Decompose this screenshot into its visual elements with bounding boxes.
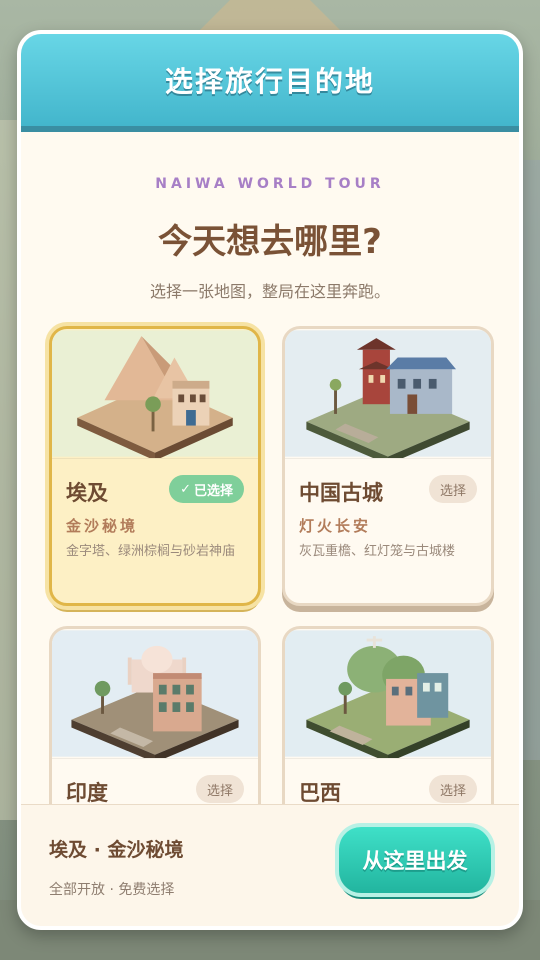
destination-tagline: 灯火长安 xyxy=(299,517,372,535)
destination-name: 巴西 xyxy=(299,781,341,805)
destination-card-china[interactable]: 中国古城 选择 灯火长安 灰瓦重檐、红灯笼与古城楼 xyxy=(282,326,494,606)
tour-subtitle: NAIWA WORLD TOUR xyxy=(155,176,385,192)
destination-name: 印度 xyxy=(66,781,108,805)
destination-dialog: 选择旅行目的地 NAIWA WORLD TOUR 今天想去哪里? 选择一张地图，… xyxy=(17,30,523,930)
check-icon: ✓ xyxy=(180,481,191,497)
select-button[interactable]: 选择 xyxy=(195,775,244,803)
dialog-title: 选择旅行目的地 xyxy=(164,65,375,98)
selected-badge-label: 已选择 xyxy=(193,483,233,499)
select-button[interactable]: 选择 xyxy=(428,775,477,803)
select-button[interactable]: 选择 xyxy=(428,475,477,503)
brazil-scene xyxy=(285,630,491,759)
china-scene xyxy=(285,330,491,459)
destination-name: 中国古城 xyxy=(299,481,383,505)
egypt-scene xyxy=(52,330,258,459)
headline: 今天想去哪里? xyxy=(158,222,382,262)
destination-card-egypt[interactable]: 埃及 ✓ 已选择 金沙秘境 金字塔、绿洲棕榈与砂岩神庙 xyxy=(49,326,261,606)
destination-name: 埃及 xyxy=(66,481,108,505)
india-scene xyxy=(52,630,258,759)
selected-badge[interactable]: ✓ 已选择 xyxy=(169,475,244,503)
selection-note: 全部开放 · 免费选择 xyxy=(49,882,175,898)
destination-tagline: 金沙秘境 xyxy=(66,517,139,535)
dialog-header: 选择旅行目的地 xyxy=(21,34,519,132)
selection-footer: 埃及 · 金沙秘境 全部开放 · 免费选择 从这里出发 xyxy=(21,804,519,926)
depart-button[interactable]: 从这里出发 xyxy=(339,827,491,893)
current-selection: 埃及 · 金沙秘境 xyxy=(49,839,184,861)
destination-info: 金字塔、绿洲棕榈与砂岩神庙 xyxy=(66,544,236,559)
destination-info: 灰瓦重檐、红灯笼与古城楼 xyxy=(299,544,456,559)
description: 选择一张地图，整局在这里奔跑。 xyxy=(149,282,390,301)
